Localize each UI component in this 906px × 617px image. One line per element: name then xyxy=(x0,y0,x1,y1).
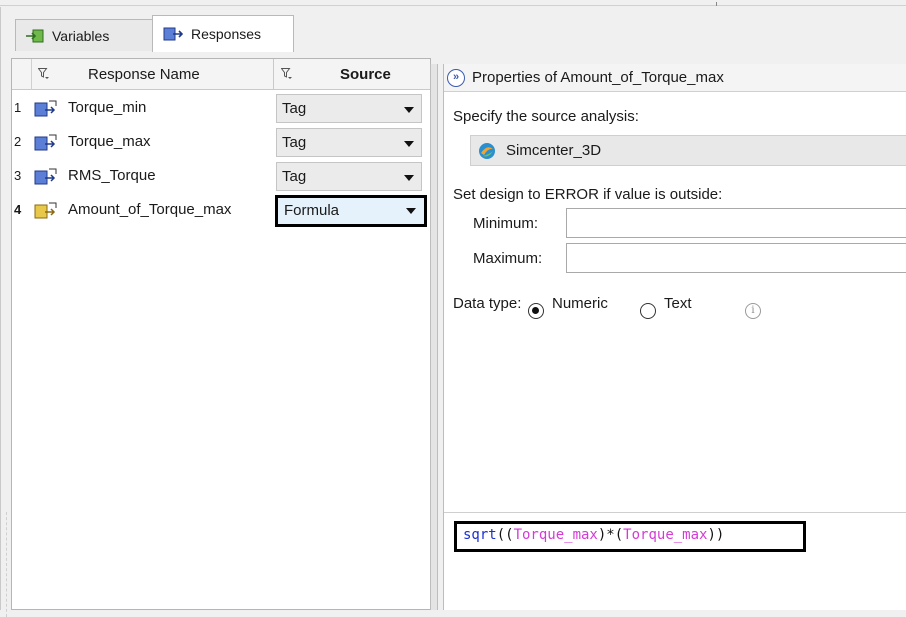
maximum-label: Maximum: xyxy=(473,250,543,267)
numeric-label[interactable]: Numeric xyxy=(552,295,608,312)
response-name[interactable]: Torque_min xyxy=(68,99,146,116)
tab-variables[interactable]: Variables xyxy=(15,19,153,51)
formula-variable: Torque_max xyxy=(513,527,598,543)
formula-function: sqrt xyxy=(463,527,497,543)
filter-icon[interactable] xyxy=(281,68,292,79)
source-value: Tag xyxy=(282,134,307,151)
source-value: Formula xyxy=(284,202,340,219)
formula-variable: Torque_max xyxy=(623,527,708,543)
table-row-selected[interactable]: 4 Amount_of_Torque_max Formula xyxy=(12,194,430,228)
row-number-header xyxy=(12,59,32,90)
simcenter-icon xyxy=(479,143,495,159)
source-dropdown[interactable]: Tag xyxy=(276,128,422,157)
tab-responses[interactable]: Responses xyxy=(152,15,294,52)
panel-splitter[interactable] xyxy=(430,64,438,610)
text-radio[interactable] xyxy=(640,303,656,319)
source-header-label: Source xyxy=(340,66,391,83)
dropdown-arrow-icon[interactable] xyxy=(406,208,416,214)
source-analysis-field[interactable]: Simcenter_3D xyxy=(470,135,906,166)
dropdown-arrow-icon[interactable] xyxy=(404,175,414,181)
row-number: 1 xyxy=(14,100,22,115)
responses-icon xyxy=(163,27,183,41)
response-name-header-label: Response Name xyxy=(88,66,200,83)
minimum-label: Minimum: xyxy=(473,215,539,232)
source-header[interactable]: Source xyxy=(274,59,430,90)
dropdown-arrow-icon[interactable] xyxy=(404,107,414,113)
error-range-label: Set design to ERROR if value is outside: xyxy=(453,186,723,203)
text-label[interactable]: Text xyxy=(664,295,692,312)
expand-icon[interactable]: » xyxy=(447,69,465,87)
response-tag-icon xyxy=(34,134,57,151)
response-name[interactable]: Torque_max xyxy=(68,133,151,150)
response-tag-icon xyxy=(34,100,57,117)
responses-panel: Variables Responses Response Name Source… xyxy=(0,7,431,617)
formula-paren-close: )) xyxy=(707,527,725,543)
formula-expression[interactable]: sqrt((Torque_max)*(Torque_max)) xyxy=(454,521,806,552)
variables-icon xyxy=(26,29,44,42)
tab-responses-label: Responses xyxy=(191,26,262,42)
properties-title: Properties of Amount_of_Torque_max xyxy=(472,69,724,86)
response-formula-icon xyxy=(34,202,57,219)
source-value: Tag xyxy=(282,168,307,185)
grid-header: Response Name Source xyxy=(12,59,430,90)
formula-paren-open: (( xyxy=(496,527,514,543)
source-dropdown[interactable]: Tag xyxy=(276,94,422,123)
source-dropdown[interactable]: Tag xyxy=(276,162,422,191)
row-number: 4 xyxy=(14,202,22,217)
properties-header: » Properties of Amount_of_Torque_max xyxy=(444,64,906,92)
response-tag-icon xyxy=(34,168,57,185)
maximum-input[interactable] xyxy=(566,243,906,273)
source-analysis-label: Specify the source analysis: xyxy=(453,108,639,125)
top-border xyxy=(0,0,906,6)
info-icon[interactable]: i xyxy=(745,303,761,319)
properties-panel: » Properties of Amount_of_Torque_max Spe… xyxy=(443,64,906,610)
minimum-input[interactable] xyxy=(566,208,906,238)
row-number: 3 xyxy=(14,168,22,183)
formula-editor[interactable]: sqrt((Torque_max)*(Torque_max)) xyxy=(444,512,906,610)
row-number: 2 xyxy=(14,134,22,149)
panel-edge xyxy=(1,512,7,617)
table-row[interactable]: 1 Torque_min Tag xyxy=(12,92,430,126)
table-row[interactable]: 2 Torque_max Tag xyxy=(12,126,430,160)
response-name-header[interactable]: Response Name xyxy=(32,59,274,90)
source-value: Tag xyxy=(282,100,307,117)
dropdown-arrow-icon[interactable] xyxy=(404,141,414,147)
formula-operator: )*( xyxy=(597,527,624,543)
numeric-radio[interactable] xyxy=(528,303,544,319)
filter-icon[interactable] xyxy=(38,68,49,79)
response-name[interactable]: Amount_of_Torque_max xyxy=(68,201,231,218)
response-name[interactable]: RMS_Torque xyxy=(68,167,156,184)
table-row[interactable]: 3 RMS_Torque Tag xyxy=(12,160,430,194)
data-type-label: Data type: xyxy=(453,295,522,312)
source-analysis-value: Simcenter_3D xyxy=(506,142,602,159)
responses-grid: Response Name Source 1 Torque_min Tag 2 … xyxy=(11,58,431,610)
tab-variables-label: Variables xyxy=(52,27,110,44)
source-dropdown[interactable]: Formula xyxy=(275,195,427,227)
